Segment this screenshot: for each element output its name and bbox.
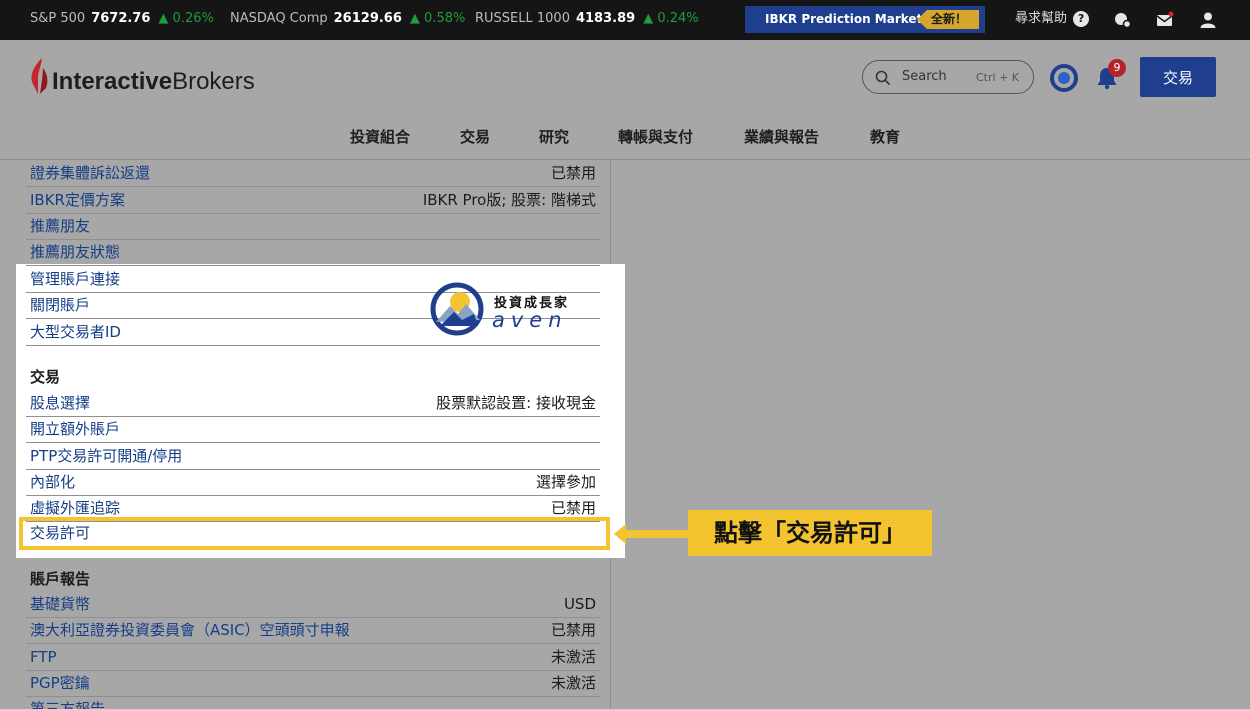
row-value: 股票默認設置: 接收現金	[436, 394, 596, 412]
ticker-change: ▲ 0.26%	[158, 11, 214, 26]
logo-wordmark: InteractiveBrokers	[52, 68, 255, 96]
row-label: 第三方報告	[30, 700, 106, 709]
settings-row[interactable]: 澳大利亞證券投資委員會（ASIC）空頭頭寸申報 已禁用	[26, 618, 600, 644]
settings-row[interactable]: 開立額外賬戶	[26, 417, 600, 443]
row-value: 已禁用	[550, 164, 596, 182]
nav-transfer-pay[interactable]: 轉帳與支付	[618, 126, 693, 147]
user-icon[interactable]	[1199, 11, 1217, 29]
row-label: FTP	[30, 648, 57, 666]
ticker-value: 26129.66	[333, 11, 402, 26]
ticker-russell[interactable]: RUSSELL 1000 4183.89 ▲ 0.24%	[475, 0, 699, 40]
settings-row[interactable]: 推薦朋友	[26, 214, 600, 240]
market-ticker-bar: S&P 500 7672.76 ▲ 0.26% NASDAQ Comp 26129.6…	[0, 0, 1250, 40]
row-value: IBKR Pro版; 股票: 階梯式	[422, 191, 596, 209]
nav-portfolio[interactable]: 投資組合	[350, 126, 410, 147]
search-icon	[875, 70, 891, 86]
row-label: PTP交易許可開通/停用	[30, 447, 183, 465]
ticker-nasdaq[interactable]: NASDAQ Comp 26129.66 ▲ 0.58%	[230, 0, 465, 40]
row-value: 未激活	[550, 674, 596, 692]
logo-prefix: Interactive	[52, 68, 173, 95]
chat-icon[interactable]	[1113, 11, 1131, 29]
row-value: 已禁用	[550, 621, 596, 639]
settings-row[interactable]: FTP 未激活	[26, 645, 600, 671]
watermark-logo: 投資成長家 aven	[430, 280, 600, 340]
ticker-change: ▲ 0.24%	[643, 11, 699, 26]
row-label: 推薦朋友	[30, 217, 91, 235]
settings-row[interactable]: 證券集體訴訟返還 已禁用	[26, 161, 600, 187]
ticker-value: 7672.76	[91, 11, 151, 26]
settings-panel: 證券集體訴訟返還 已禁用 IBKR定價方案 IBKR Pro版; 股票: 階梯式…	[0, 160, 1250, 709]
settings-row[interactable]: IBKR定價方案 IBKR Pro版; 股票: 階梯式	[26, 188, 600, 214]
row-label: 關閉賬戶	[30, 296, 91, 314]
mail-icon[interactable]	[1156, 11, 1174, 29]
activity-ring-icon[interactable]	[1050, 64, 1078, 92]
trade-button[interactable]: 交易	[1140, 57, 1216, 97]
instruction-callout: 點擊「交易許可」	[688, 510, 932, 556]
prediction-markets-label: IBKR Prediction Markets	[765, 12, 930, 26]
row-label: 股息選擇	[30, 394, 91, 412]
notification-count-badge: 9	[1108, 59, 1126, 77]
ticker-name: RUSSELL 1000	[475, 11, 570, 26]
nav-research[interactable]: 研究	[539, 126, 569, 147]
row-label: 基礎貨幣	[30, 595, 91, 613]
settings-row[interactable]: PGP密鑰 未激活	[26, 671, 600, 697]
row-value: 未激活	[550, 648, 596, 666]
row-label: 管理賬戶連接	[30, 270, 121, 288]
row-label: 內部化	[30, 473, 76, 491]
row-label: 開立額外賬戶	[30, 420, 121, 438]
row-label: 證券集體訴訟返還	[30, 164, 151, 182]
settings-row[interactable]: 第三方報告	[26, 697, 600, 709]
nav-trade[interactable]: 交易	[460, 126, 490, 147]
ticker-sp500[interactable]: S&P 500 7672.76 ▲ 0.26%	[30, 0, 214, 40]
logo-suffix: Brokers	[172, 68, 255, 95]
search-shortcut: Ctrl + K	[976, 71, 1019, 84]
trading-permissions-highlight	[19, 517, 610, 550]
site-header: InteractiveBrokers Search Ctrl + K 9 交易 …	[0, 40, 1250, 160]
search-label: Search	[902, 69, 947, 84]
settings-row[interactable]: 內部化 選擇參加	[26, 470, 600, 496]
search-box[interactable]: Search Ctrl + K	[862, 60, 1034, 94]
ticker-value: 4183.89	[575, 11, 636, 26]
row-label: 澳大利亞證券投資委員會（ASIC）空頭頭寸申報	[30, 621, 350, 639]
arrow-left-icon	[614, 524, 690, 544]
watermark-mountain-icon	[430, 282, 484, 336]
nav-education[interactable]: 教育	[870, 126, 900, 147]
ticker-name: NASDAQ Comp	[230, 11, 328, 26]
nav-performance-reports[interactable]: 業績與報告	[744, 126, 819, 147]
row-value: USD	[563, 595, 596, 613]
help-label: 尋求幫助	[1015, 11, 1068, 26]
flame-logo-icon	[31, 58, 48, 94]
ticker-name: S&P 500	[30, 11, 86, 26]
question-icon: ?	[1073, 11, 1090, 27]
row-label: IBKR定價方案	[30, 191, 125, 209]
settings-row[interactable]: 股息選擇 股票默認設置: 接收現金	[26, 391, 600, 417]
settings-row[interactable]: 推薦朋友狀態	[26, 240, 600, 266]
section-title-trading: 交易	[30, 368, 61, 386]
row-value: 選擇參加	[535, 473, 596, 491]
row-label: 大型交易者ID	[30, 323, 121, 341]
row-label: 推薦朋友狀態	[30, 243, 121, 261]
prediction-markets-banner[interactable]: IBKR Prediction Markets 全新！	[745, 6, 985, 33]
ticker-change: ▲ 0.58%	[409, 11, 466, 26]
row-label: PGP密鑰	[30, 674, 90, 692]
watermark-english: aven	[492, 308, 568, 332]
new-badge: 全新！	[916, 10, 979, 29]
settings-row[interactable]: 基礎貨幣 USD	[26, 592, 600, 618]
settings-row[interactable]: PTP交易許可開通/停用	[26, 444, 600, 470]
section-title-account-reports: 賬戶報告	[30, 570, 91, 588]
help-link[interactable]: 尋求幫助?	[1015, 0, 1090, 40]
